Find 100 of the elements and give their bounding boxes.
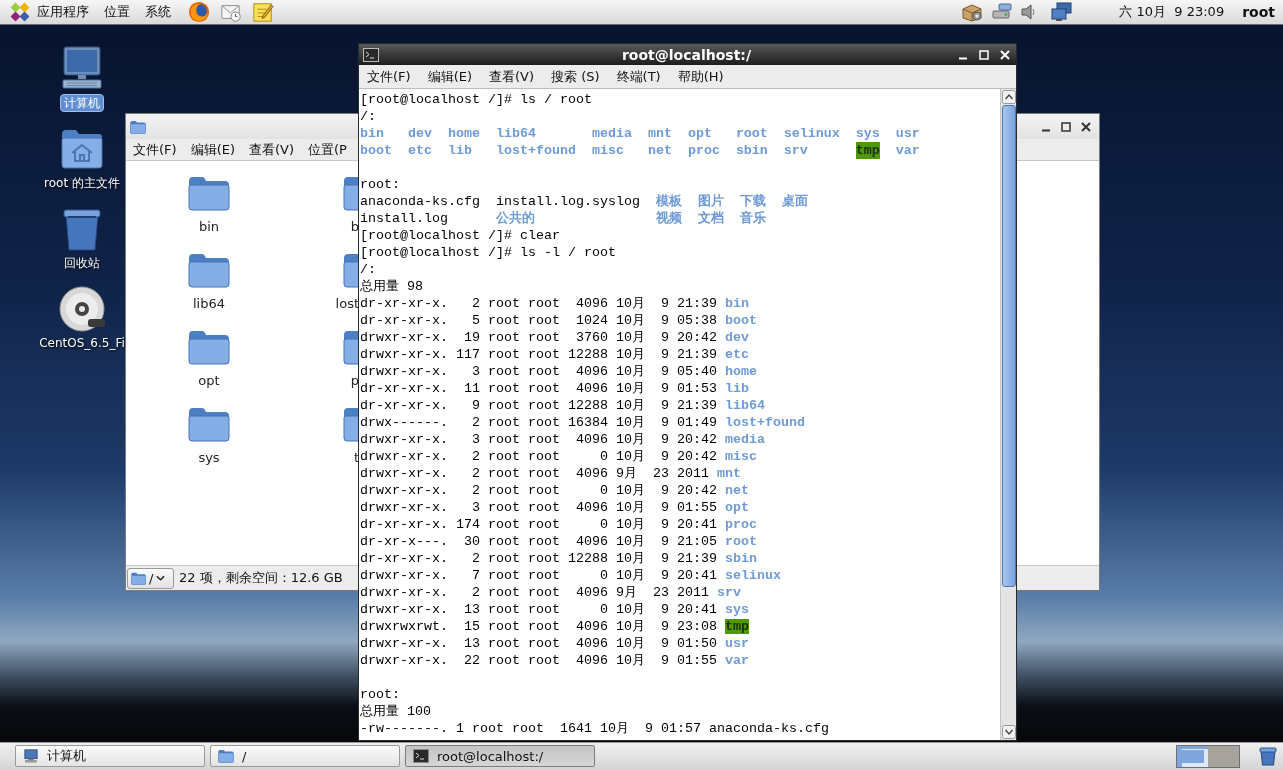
scroll-down-icon[interactable] — [1001, 725, 1016, 739]
path-dropdown[interactable]: / — [127, 567, 174, 589]
file-details: drwxr-xr-x. 13 root root 0 10月 9 20:41 — [360, 602, 717, 617]
terminal-line: root: — [360, 687, 400, 702]
directory-name: etc — [408, 142, 432, 159]
terminal-icon — [413, 749, 429, 763]
panel-menu[interactable]: 位置 — [104, 3, 130, 21]
file-name: anaconda-ks.cfg — [708, 721, 829, 736]
directory-name: opt — [724, 500, 749, 515]
monitor-icon[interactable] — [1051, 2, 1074, 22]
close-icon[interactable] — [1081, 121, 1091, 132]
trash-icon[interactable] — [1258, 746, 1278, 766]
drive-icon[interactable] — [991, 2, 1014, 22]
folder-icon — [131, 571, 146, 585]
directory-name: lib64 — [495, 125, 536, 142]
folder-label[interactable]: lost — [335, 296, 359, 312]
folder-label[interactable]: bin — [198, 219, 220, 235]
directory-name: media — [724, 432, 765, 447]
menu-item[interactable]: 编辑(E) — [427, 67, 472, 86]
workspace-button[interactable] — [1177, 745, 1208, 767]
user-name[interactable]: root — [1242, 4, 1275, 20]
directory-name: home — [447, 125, 480, 142]
directory-name: etc — [724, 347, 749, 362]
file-details: drwxr-xr-x. 22 root root 4096 10月 9 01:55 — [360, 653, 717, 668]
folder-label[interactable]: b — [350, 219, 359, 235]
notepad-icon[interactable] — [252, 1, 274, 23]
menu-item[interactable]: 查看(V) — [249, 140, 295, 159]
directory-name: var — [724, 653, 749, 668]
directory-name: lost+found — [495, 142, 576, 159]
file-details: drwxr-xr-x. 2 root root 0 10月 9 20:42 — [360, 483, 717, 498]
scroll-up-icon[interactable] — [1001, 90, 1016, 104]
folder-label[interactable]: sys — [198, 450, 220, 466]
menu-item[interactable]: 文件(F) — [133, 140, 177, 159]
directory-name: lost+found — [724, 415, 805, 430]
directory-name: selinux — [783, 125, 840, 142]
file-details: drwxr-xr-x. 19 root root 3760 10月 9 20:42 — [360, 330, 717, 345]
directory-name: dev — [724, 330, 749, 345]
menu-item[interactable]: 位置(P — [308, 140, 347, 159]
file-details: dr-xr-xr-x. 9 root root 12288 10月 9 21:39 — [360, 398, 717, 413]
disc-icon[interactable] — [58, 285, 106, 333]
folder-icon — [218, 749, 234, 763]
pinwheel-icon[interactable] — [10, 2, 30, 22]
scrollbar[interactable] — [1000, 89, 1016, 740]
terminal-line: [root@localhost /]# ls / root — [360, 92, 592, 107]
directory-name: lib — [724, 381, 749, 396]
panel-menu[interactable]: 应用程序 — [37, 3, 89, 21]
caret-icon — [156, 575, 166, 581]
menu-item[interactable]: 终端(T) — [616, 67, 661, 86]
taskbar-button[interactable]: root@localhost:/ — [405, 745, 595, 767]
file-details: dr-xr-xr-x. 5 root root 1024 10月 9 05:38 — [360, 313, 717, 328]
status-text: 22 项，剩余空间：12.6 GB — [179, 569, 343, 587]
directory-name: 公共的 — [495, 210, 535, 227]
folder-label[interactable]: opt — [198, 373, 220, 389]
terminal-line: /: — [360, 262, 376, 277]
file-details: dr-xr-xr-x. 174 root root 0 10月 9 20:41 — [360, 517, 717, 532]
maximize-icon[interactable] — [1061, 121, 1071, 132]
computer-icon — [23, 749, 39, 763]
file-details: drwxr-xr-x. 13 root root 4096 10月 9 01:50 — [360, 636, 717, 651]
globe-icon[interactable] — [188, 1, 210, 23]
directory-name: lib — [447, 142, 472, 159]
terminal-line: [root@localhost /]# clear — [360, 228, 560, 243]
menu-item[interactable]: 查看(V) — [489, 67, 535, 86]
clock[interactable]: 六 10月 9 23:09 — [1119, 3, 1225, 21]
directory-name: var — [895, 142, 920, 159]
file-details: dr-xr-xr-x. 11 root root 4096 10月 9 01:53 — [360, 381, 717, 396]
directory-name: tmp — [855, 142, 880, 159]
menu-item[interactable]: 搜索 (S) — [551, 67, 600, 86]
directory-name: bin — [724, 296, 749, 311]
folder-label[interactable]: p — [350, 373, 359, 389]
directory-name: srv — [716, 585, 741, 600]
taskbar-button[interactable]: / — [210, 745, 400, 767]
desktop-icon-label[interactable]: 回收站 — [61, 255, 103, 271]
terminal-line: root: — [360, 177, 400, 192]
directory-name: misc — [591, 142, 624, 159]
taskbar-button[interactable]: 计算机 — [15, 745, 205, 767]
directory-name: root — [735, 125, 768, 142]
desktop-icon-label[interactable]: CentOS_6.5_Fi — [36, 335, 128, 351]
desktop-icon-label[interactable]: root 的主文件 — [41, 175, 123, 191]
menu-item[interactable]: 编辑(E) — [190, 140, 235, 159]
folder-icon — [130, 119, 146, 134]
package-icon[interactable] — [961, 2, 984, 22]
file-name: install.log — [360, 210, 448, 227]
panel-menu[interactable]: 系统 — [145, 3, 171, 21]
menu-item[interactable]: 文件(F) — [367, 67, 411, 86]
file-details: drwxr-xr-x. 2 root root 0 10月 9 20:42 — [360, 449, 717, 464]
directory-name: proc — [724, 517, 757, 532]
scrollbar-thumb[interactable] — [1001, 105, 1016, 587]
directory-name: mnt — [647, 125, 672, 142]
speaker-icon[interactable] — [1021, 3, 1038, 21]
file-details: drwxr-xr-x. 7 root root 0 10月 9 20:41 — [360, 568, 717, 583]
terminal-icon — [363, 47, 379, 62]
directory-name: home — [724, 364, 757, 379]
menu-item[interactable]: 帮助(H) — [677, 67, 724, 86]
folder-label[interactable]: lib64 — [193, 296, 225, 312]
directory-name: usr — [895, 125, 920, 142]
file-details: dr-xr-xr-x. 2 root root 12288 10月 9 21:39 — [360, 551, 717, 566]
directory-name: mnt — [716, 466, 741, 481]
directory-name: 模板 — [655, 193, 682, 210]
file-details: dr-xr-x---. 30 root root 4096 10月 9 21:05 — [360, 534, 717, 549]
file-details: drwxr-xr-x. 3 root root 4096 10月 9 05:40 — [360, 364, 717, 379]
